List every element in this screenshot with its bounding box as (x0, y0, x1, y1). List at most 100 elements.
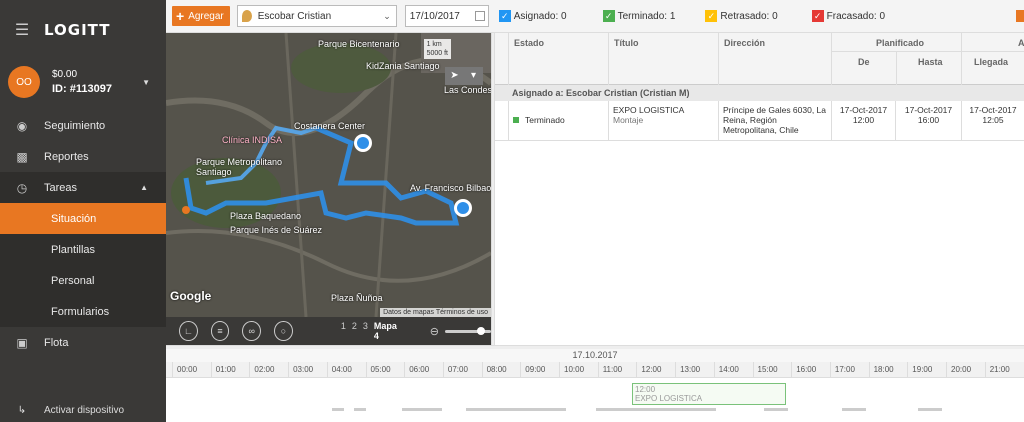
add-button[interactable]: + Agregar (172, 6, 230, 26)
header-divider (832, 51, 962, 52)
col-titulo[interactable]: Título (608, 33, 718, 85)
status-delayed[interactable]: ✓ Retrasado: 0 (705, 10, 778, 22)
sidebar-item-reportes[interactable]: ▩ Reportes (0, 141, 166, 172)
cell-estado-text: Terminado (525, 115, 565, 125)
check-icon[interactable]: ✓ (811, 10, 824, 22)
header-hasta[interactable]: Hasta (918, 57, 943, 67)
timeline-hour: 21:00 (984, 362, 1024, 378)
map-page-2[interactable]: 2 (352, 321, 357, 341)
share-icon[interactable]: ∞ (242, 321, 262, 341)
col-direccion[interactable]: Dirección (718, 33, 831, 85)
status-failed[interactable]: ✓ Fracasado: 0 (811, 10, 885, 22)
panel-toggle-icon[interactable] (1016, 10, 1024, 22)
sidebar-item-formularios[interactable]: Formularios (0, 296, 166, 327)
table-header: Estado Título Dirección Planificado De H… (495, 33, 1024, 85)
driver-select[interactable]: Escobar Cristian ⌄ (236, 5, 397, 27)
login-icon: ↳ (17, 404, 27, 416)
driver-select-value: Escobar Cristian (257, 10, 332, 22)
timeline-hour: 17:00 (829, 362, 869, 378)
timeline-hour: 20:00 (946, 362, 985, 378)
timeline-hour: 15:00 (752, 362, 792, 378)
check-icon[interactable]: ✓ (498, 10, 511, 22)
cell-de-date: 17-Oct-2017 (839, 105, 888, 115)
sidebar-item-seguimiento[interactable]: ◉ Seguimiento (0, 110, 166, 141)
header-de[interactable]: De (858, 57, 870, 67)
map-label: Parque Metropolitano Santiago (196, 157, 283, 177)
map-page-3[interactable]: 3 (363, 321, 368, 341)
map-terms[interactable]: Datos de mapas Términos de uso (380, 308, 491, 317)
sidebar-item-personal[interactable]: Personal (0, 265, 166, 296)
sidebar-item-tareas[interactable]: ◷ Tareas ▲ (0, 172, 166, 203)
account-panel[interactable]: OO $0.00 ID: #113097 ▼ (0, 60, 166, 104)
map-label: Parque Inés de Suárez (230, 225, 323, 235)
cell-de: 17-Oct-2017 12:00 (831, 101, 895, 141)
sidebar-item-label: Seguimiento (44, 119, 106, 132)
activate-device-link[interactable]: ↳ Activar dispositivo (0, 400, 166, 420)
header-divider (962, 51, 1024, 52)
sidebar-nav: ◉ Seguimiento ▩ Reportes ◷ Tareas ▲ Situ… (0, 110, 166, 358)
table-row[interactable]: Terminado EXPO LOGISTICA Montaje Príncip… (495, 101, 1024, 141)
timeline-tick (842, 408, 866, 411)
timeline-hour: 19:00 (907, 362, 946, 378)
timeline-hour: 18:00 (868, 362, 908, 378)
map-controls[interactable]: ➤ ▾ (445, 67, 483, 85)
check-icon[interactable]: ✓ (705, 10, 718, 22)
cell-llegada-date: 17-Oct-2017 (969, 105, 1017, 115)
cell-hasta-time: 16:00 (917, 115, 940, 125)
map-label: Plaza Ñuñoa (331, 293, 383, 303)
timeline-hours: 00:00 01:00 02:00 03:00 04:00 05:00 06:00 07:00… (166, 362, 1024, 378)
sidebar-item-label: Flota (44, 336, 69, 349)
map-label: Av. Francisco Bilbao (410, 183, 491, 193)
cell-titulo: EXPO LOGISTICA Montaje (608, 101, 718, 141)
header-direccion: Dirección (724, 38, 766, 48)
header-llegada[interactable]: Llegada (974, 57, 1008, 67)
hamburger-menu-icon[interactable]: ☰ (0, 0, 44, 60)
header-a: A (1018, 38, 1024, 48)
col-a: A Llegada (961, 33, 1024, 85)
map-pages: 1 2 3 Mapa 4 (341, 321, 400, 341)
status-finished[interactable]: ✓ Terminado: 1 (602, 10, 675, 22)
zoom-slider-knob[interactable] (477, 326, 485, 335)
traffic-icon[interactable]: ≡ (210, 321, 230, 341)
sidebar-item-flota[interactable]: ▣ Flota (0, 327, 166, 358)
timeline-hour: 02:00 (249, 362, 288, 378)
status-dot (513, 117, 519, 123)
sidebar-item-label: Plantillas (51, 243, 96, 256)
app-root: ☰ LOGITT OO $0.00 ID: #113097 ▼ ◉ Seguim… (0, 0, 1024, 422)
status-assigned[interactable]: ✓ Asignado: 0 (498, 10, 567, 22)
group-row[interactable]: Asignado a: Escobar Cristian (Cristian M… (495, 85, 1024, 101)
date-input[interactable]: 17/10/2017 (404, 5, 489, 27)
sidebar-item-situacion[interactable]: Situación (0, 203, 166, 234)
map-label: Las Condes (444, 85, 491, 95)
calendar-icon[interactable] (474, 11, 485, 21)
locate-icon[interactable]: ➤ (445, 67, 464, 85)
sidebar-item-plantillas[interactable]: Plantillas (0, 234, 166, 265)
map-scale: 1 km 5000 ft (423, 39, 451, 59)
col-estado[interactable]: Estado (508, 33, 608, 85)
sidebar-header: ☰ LOGITT (0, 0, 166, 60)
timeline-body[interactable]: 12:00 EXPO LOGISTICA (166, 378, 1024, 422)
map-page-1[interactable]: 1 (341, 321, 346, 341)
scale-ft: 5000 ft (426, 50, 448, 57)
timeline: 17.10.2017 00:00 01:00 02:00 03:00 04:00 05:0… (166, 349, 1024, 422)
map-page-current[interactable]: Mapa 4 (374, 321, 400, 341)
zoom-slider[interactable] (445, 326, 491, 335)
header-estado: Estado (514, 38, 545, 48)
cell-llegada-time: 12:05 (982, 115, 1004, 125)
chevron-down-icon[interactable]: ▾ (464, 67, 483, 85)
map-view[interactable]: Parque Bicentenario KidZania Santiago Co… (166, 33, 491, 345)
map-zoom: ⊖ (430, 325, 491, 338)
caret-down-icon[interactable]: ▼ (142, 78, 150, 87)
zoom-out-icon[interactable]: ⊖ (430, 325, 439, 338)
sidebar-item-label: Tareas (44, 181, 78, 194)
cell-hasta: 17-Oct-2017 16:00 (895, 101, 961, 141)
timeline-hour: 13:00 (675, 362, 714, 378)
check-icon[interactable]: ✓ (602, 10, 615, 22)
timeline-event[interactable]: 12:00 EXPO LOGISTICA (632, 383, 786, 405)
timeline-tick (764, 408, 788, 411)
cell-estado: Terminado (508, 101, 608, 141)
timeline-hour: 11:00 (597, 362, 637, 378)
caret-up-icon: ▲ (140, 183, 148, 192)
location-pin-icon[interactable]: ○ (274, 321, 293, 341)
ruler-icon[interactable]: ∟ (179, 321, 198, 341)
